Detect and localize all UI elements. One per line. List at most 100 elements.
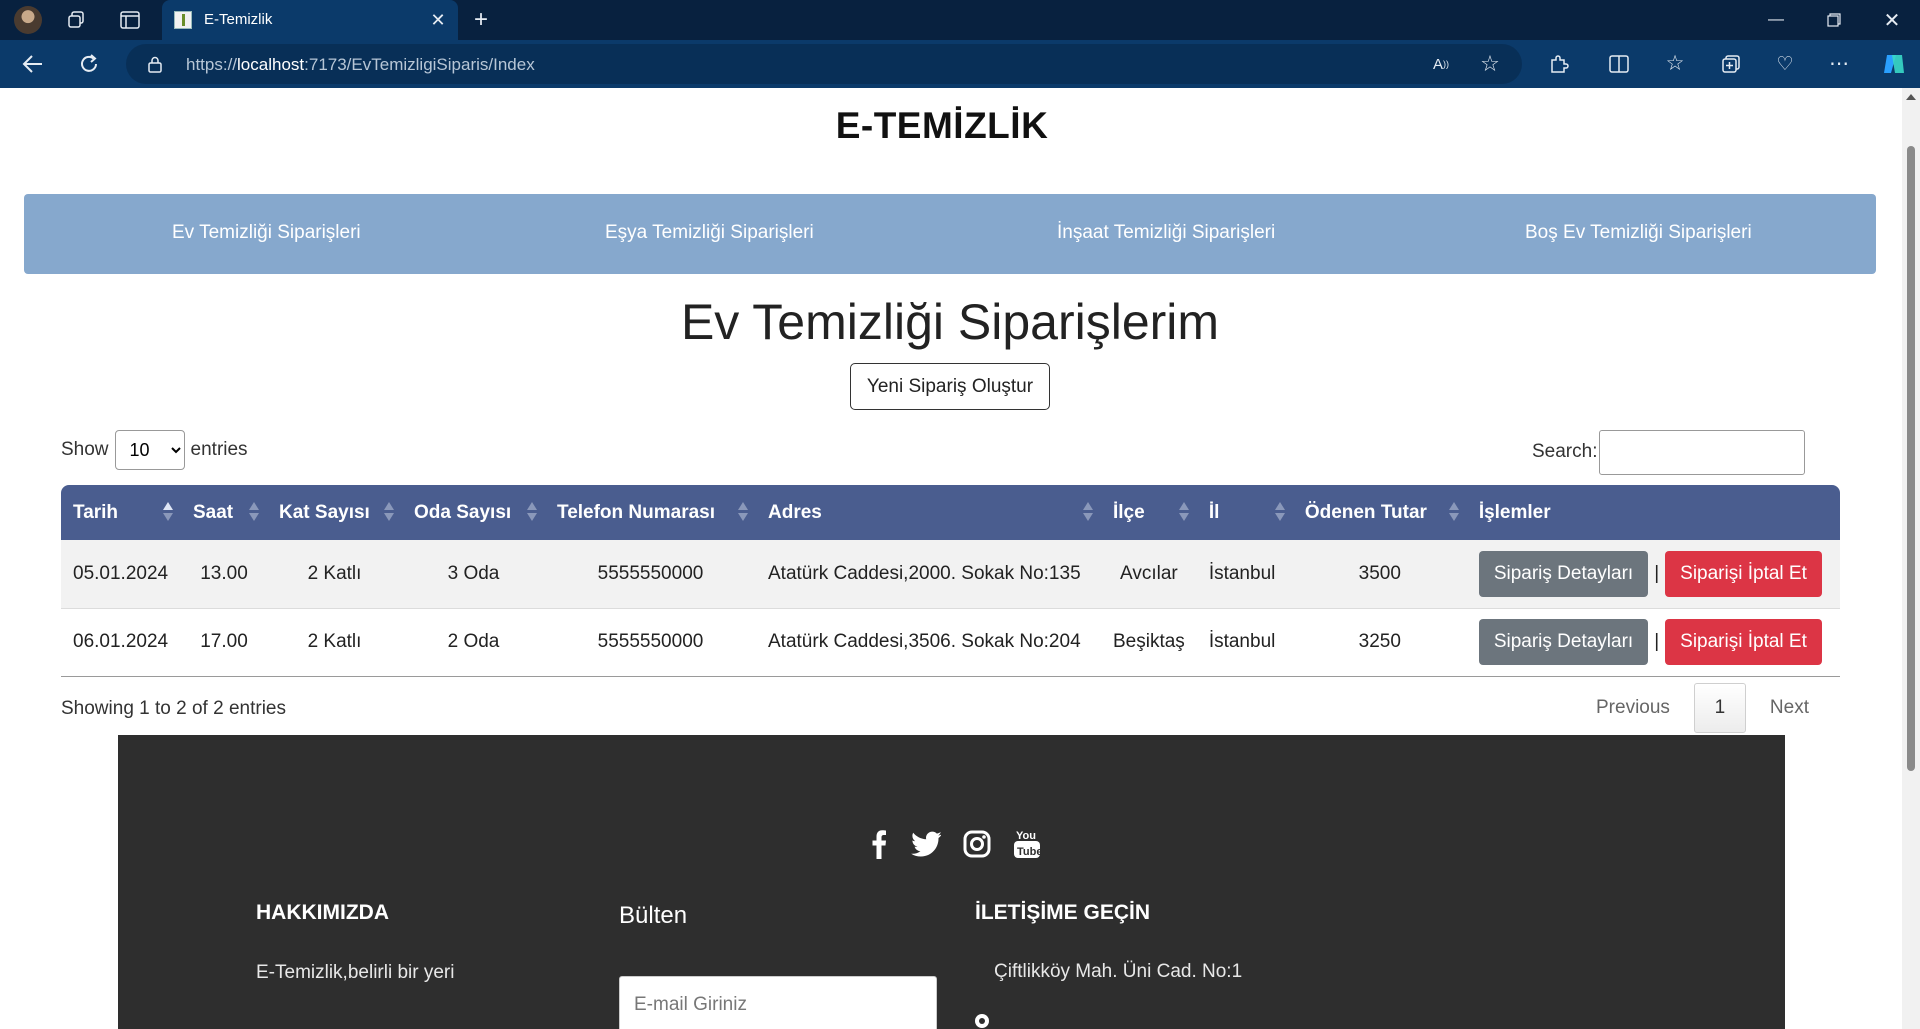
scroll-up-arrow-icon[interactable] [1906,94,1916,100]
category-navbar: Ev Temizliği Siparişleri Eşya Temizliği … [24,194,1876,274]
page-1-button[interactable]: 1 [1693,683,1746,733]
table-row: 05.01.2024 13.00 2 Katlı 3 Oda 555555000… [61,540,1840,609]
column-header-telefon[interactable]: Telefon Numarası [545,485,756,540]
split-screen-icon[interactable] [1606,52,1632,76]
copilot-icon[interactable] [1880,50,1908,78]
newsletter-email-input[interactable]: E-mail Giriniz [619,976,937,1029]
site-title: E-TEMİZLİK [835,105,1049,146]
nav-bos-ev-temizligi[interactable]: Boş Ev Temizliği Siparişleri [1525,222,1752,244]
back-icon[interactable] [20,52,46,76]
site-favicon-icon [174,11,192,29]
tab-title: E-Temizlik [204,11,273,28]
sort-icon [1178,502,1189,522]
page-heading: Ev Temizliği Siparişlerim [680,294,1220,350]
minimize-icon[interactable]: — [1748,0,1804,40]
page-length-select[interactable]: 10 [114,430,185,470]
cell-tarih: 05.01.2024 [61,540,181,609]
orders-table: Tarih Saat Kat Sayısı Oda Sayısı Telefon… [61,485,1840,677]
new-tab-icon[interactable]: + [468,6,494,33]
previous-page-button[interactable]: Previous [1596,697,1670,719]
svg-text:Tube: Tube [1017,846,1041,858]
cell-oda-sayisi: 3 Oda [402,540,545,609]
site-footer: You Tube HAKKIMIZDA E-Temizlik,belirli bi… [118,735,1785,1029]
column-header-ilce[interactable]: İlçe [1101,485,1197,540]
order-details-button[interactable]: Sipariş Detayları [1478,619,1649,665]
instagram-icon[interactable] [961,828,993,860]
next-page-button[interactable]: Next [1770,697,1809,719]
youtube-icon[interactable]: You Tube [1011,828,1043,860]
column-header-odenen-tutar[interactable]: Ödenen Tutar [1293,485,1467,540]
cell-saat: 13.00 [181,540,267,609]
entries-label: entries [190,439,248,460]
column-header-saat[interactable]: Saat [181,485,267,540]
close-window-icon[interactable]: ✕ [1864,0,1920,40]
cancel-order-button[interactable]: Siparişi İptal Et [1665,619,1822,665]
cancel-order-button[interactable]: Siparişi İptal Et [1665,550,1822,597]
cell-islemler: Sipariş Detayları | Siparişi İptal Et [1466,608,1840,677]
scroll-thumb[interactable] [1907,146,1915,771]
column-header-kat-sayisi[interactable]: Kat Sayısı [267,485,402,540]
cell-kat-sayisi: 2 Katlı [267,540,402,609]
cell-saat: 17.00 [181,608,267,677]
contact-address: Çiftlikköy Mah. Üni Cad. No:1 [994,961,1243,982]
sort-icon [384,502,394,522]
cell-ilce: Beşiktaş [1101,608,1197,677]
url-text[interactable]: https://localhost:7173/EvTemizligiSipari… [186,55,535,75]
browser-titlebar: E-Temizlik ✕ + — ✕ [0,0,1920,40]
cell-telefon: 5555550000 [545,608,756,677]
browser-essentials-icon[interactable]: ♡ [1772,52,1798,76]
column-header-oda-sayisi[interactable]: Oda Sayısı [402,485,545,540]
close-tab-icon[interactable]: ✕ [426,8,450,32]
svg-text:You: You [1016,830,1036,842]
workspaces-icon[interactable] [64,9,88,31]
nav-insaat-temizligi[interactable]: İnşaat Temizliği Siparişleri [1057,222,1275,244]
newsletter-placeholder: E-mail Giriniz [634,994,747,1015]
page-scrollbar[interactable] [1902,88,1920,1029]
favorites-icon[interactable]: ☆ [1662,50,1688,76]
sort-icon [1448,502,1459,522]
browser-tab[interactable]: E-Temizlik ✕ [162,0,458,40]
cell-adres: Atatürk Caddesi,2000. Sokak No:135 [756,540,1101,609]
twitter-icon[interactable] [910,828,942,860]
contact-heading: İLETİŞİME GEÇİN [975,901,1151,924]
column-header-adres[interactable]: Adres [756,485,1101,540]
table-row: 06.01.2024 17.00 2 Katlı 2 Oda 555555000… [61,608,1840,677]
nav-ev-temizligi[interactable]: Ev Temizliği Siparişleri [172,222,361,244]
address-bar[interactable]: https://localhost:7173/EvTemizligiSipari… [126,44,1522,84]
cell-islemler: Sipariş Detayları | Siparişi İptal Et [1466,540,1840,609]
nav-esya-temizligi[interactable]: Eşya Temizliği Siparişleri [605,222,814,244]
cell-oda-sayisi: 2 Oda [402,608,545,677]
browser-toolbar: https://localhost:7173/EvTemizligiSipari… [0,40,1920,88]
profile-avatar[interactable] [14,6,42,34]
column-header-il[interactable]: İl [1197,485,1293,540]
lock-icon[interactable] [148,56,162,78]
page-length-control: Show 10 entries [61,430,248,470]
refresh-icon[interactable] [76,52,102,76]
tab-actions-icon[interactable] [118,9,142,31]
favorite-star-icon[interactable]: ☆ [1478,51,1502,76]
extensions-icon[interactable] [1546,52,1572,76]
cell-odenen-tutar: 3250 [1292,608,1467,677]
table-header-row: Tarih Saat Kat Sayısı Oda Sayısı Telefon… [61,485,1840,540]
search-label: Search: [1532,441,1598,462]
sort-ascending-icon [163,502,173,522]
new-order-button[interactable]: Yeni Sipariş Oluştur [850,363,1050,410]
show-label: Show [61,439,109,460]
column-header-tarih[interactable]: Tarih [61,485,181,540]
search-input[interactable] [1599,430,1805,475]
read-aloud-icon[interactable]: A)) [1430,54,1452,74]
about-text: E-Temizlik,belirli bir yeri [256,962,455,983]
order-details-button[interactable]: Sipariş Detayları [1478,550,1649,597]
sort-icon [738,502,748,522]
collections-icon[interactable] [1718,52,1744,76]
cell-il: İstanbul [1196,608,1293,677]
cell-tarih: 06.01.2024 [61,608,181,677]
cell-telefon: 5555550000 [545,540,756,609]
cell-ilce: Avcılar [1101,540,1197,609]
restore-icon[interactable] [1806,0,1862,40]
about-heading: HAKKIMIZDA [256,901,389,924]
sort-icon [1083,502,1093,522]
facebook-icon[interactable] [863,828,895,860]
action-separator: | [1654,562,1660,584]
more-options-icon[interactable]: ⋯ [1826,50,1852,76]
